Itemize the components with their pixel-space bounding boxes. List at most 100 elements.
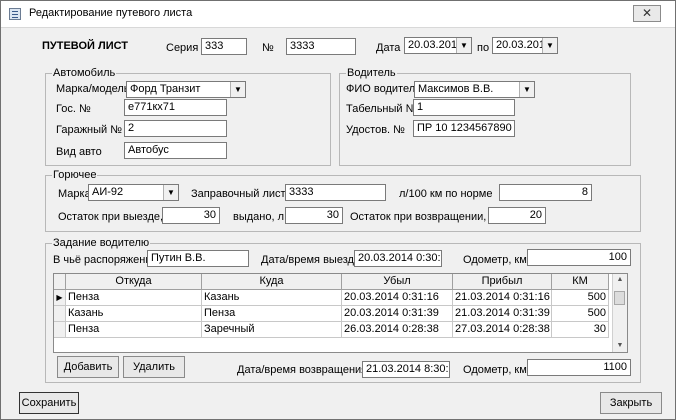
cell-km[interactable]: 500 <box>552 290 609 306</box>
chevron-down-icon[interactable]: ▼ <box>230 82 245 97</box>
series-label: Серия <box>166 42 199 54</box>
row-indicator <box>54 306 66 322</box>
cell-km[interactable]: 30 <box>552 322 609 338</box>
table-header: Откуда Куда Убыл Прибыл КМ <box>54 274 614 290</box>
driver-name-value: Максимов В.В. <box>418 83 494 95</box>
fuel-issued-label: выдано, л <box>233 211 285 223</box>
cell-arrived[interactable]: 27.03.2014 0:28:38 <box>453 322 552 338</box>
driver-group-title: Водитель <box>346 66 397 80</box>
routes-table[interactable]: Откуда Куда Убыл Прибыл КМ ▶ Пенза Казан… <box>53 273 628 353</box>
window-title: Редактирование путевого листа <box>29 7 193 19</box>
fuel-brand-select[interactable]: АИ-92 ▼ <box>88 184 179 201</box>
doc-title: ПУТЕВОЙ ЛИСТ <box>42 40 129 52</box>
row-indicator-header <box>54 274 66 290</box>
col-header-from[interactable]: Откуда <box>66 274 202 290</box>
scroll-down-icon[interactable]: ▼ <box>613 342 627 350</box>
task-group-title: Задание водителю <box>52 236 151 250</box>
cell-to[interactable]: Пенза <box>202 306 342 322</box>
scroll-up-icon[interactable]: ▲ <box>613 276 627 284</box>
chevron-down-icon[interactable]: ▼ <box>542 38 557 53</box>
garage-input[interactable]: 2 <box>124 120 227 137</box>
disposal-input[interactable]: Путин В.В. <box>147 250 249 267</box>
table-scrollbar[interactable]: ▲ ▼ <box>612 274 627 352</box>
cell-left[interactable]: 20.03.2014 0:31:16 <box>342 290 453 306</box>
fuel-left-in-label: Остаток при возвращении, л <box>350 211 496 223</box>
date-to-picker[interactable]: 20.03.2014 ▼ <box>492 37 558 54</box>
cell-arrived[interactable]: 21.03.2014 0:31:16 <box>453 290 552 306</box>
cell-from[interactable]: Казань <box>66 306 202 322</box>
license-label: Удостов. № <box>346 124 405 136</box>
cell-km[interactable]: 500 <box>552 306 609 322</box>
disposal-label: В чьё распоряжение <box>53 254 158 266</box>
fuel-norm-input[interactable]: 8 <box>499 184 592 201</box>
fuel-norm-label: л/100 км по норме <box>399 188 493 200</box>
col-header-to[interactable]: Куда <box>202 274 342 290</box>
cell-left[interactable]: 26.03.2014 0:28:38 <box>342 322 453 338</box>
form-icon <box>9 8 21 20</box>
number-label: № <box>262 42 274 54</box>
type-label: Вид авто <box>56 146 102 158</box>
tab-number-label: Табельный № <box>346 103 418 115</box>
fuel-group-title: Горючее <box>52 168 98 182</box>
close-window-button[interactable]: ✕ <box>633 5 661 22</box>
odometer-in-input[interactable]: 1100 <box>527 359 631 376</box>
return-input[interactable]: 21.03.2014 8:30:00 <box>362 361 450 378</box>
fill-sheet-label: Заправочный лист № <box>191 188 301 200</box>
driver-name-label: ФИО водителя <box>346 83 422 95</box>
date-from-value: 20.03.2014 <box>408 39 464 51</box>
plate-label: Гос. № <box>56 103 91 115</box>
fuel-brand-value: АИ-92 <box>92 186 124 198</box>
close-button[interactable]: Закрыть <box>600 392 662 414</box>
odometer-in-label: Одометр, км <box>463 364 527 376</box>
cell-to[interactable]: Казань <box>202 290 342 306</box>
driver-name-select[interactable]: Максимов В.В. ▼ <box>414 81 535 98</box>
garage-label: Гаражный № <box>56 124 123 136</box>
col-header-left[interactable]: Убыл <box>342 274 453 290</box>
fuel-issued-input[interactable]: 30 <box>285 207 343 224</box>
odometer-out-input[interactable]: 100 <box>527 249 631 266</box>
title-bar: Редактирование путевого листа ✕ <box>1 1 675 28</box>
fuel-left-out-label: Остаток при выезде, л <box>58 211 173 223</box>
table-row[interactable]: Пенза Заречный 26.03.2014 0:28:38 27.03.… <box>54 322 614 338</box>
cell-to[interactable]: Заречный <box>202 322 342 338</box>
date-label: Дата <box>376 42 401 54</box>
number-input[interactable]: 3333 <box>286 38 356 55</box>
fill-sheet-input[interactable]: 3333 <box>285 184 386 201</box>
delete-row-button[interactable]: Удалить <box>123 356 185 378</box>
cell-from[interactable]: Пенза <box>66 290 202 306</box>
fuel-brand-label: Марка <box>58 188 91 200</box>
save-button[interactable]: Сохранить <box>19 392 79 414</box>
depart-label: Дата/время выезда <box>261 254 361 266</box>
col-header-arrived[interactable]: Прибыл <box>453 274 552 290</box>
col-header-km[interactable]: КМ <box>552 274 609 290</box>
fuel-left-in-input[interactable]: 20 <box>488 207 546 224</box>
fuel-left-out-input[interactable]: 30 <box>162 207 220 224</box>
license-input[interactable]: ПР 10 1234567890 <box>413 120 515 137</box>
odometer-out-label: Одометр, км <box>463 254 527 266</box>
tab-number-input[interactable]: 1 <box>413 99 515 116</box>
chevron-down-icon[interactable]: ▼ <box>519 82 534 97</box>
cell-left[interactable]: 20.03.2014 0:31:39 <box>342 306 453 322</box>
table-row[interactable]: ▶ Пенза Казань 20.03.2014 0:31:16 21.03.… <box>54 290 614 306</box>
current-row-icon: ▶ <box>54 290 66 306</box>
date-from-picker[interactable]: 20.03.2014 ▼ <box>404 37 472 54</box>
chevron-down-icon[interactable]: ▼ <box>456 38 471 53</box>
model-value: Форд Транзит <box>130 83 201 95</box>
series-input[interactable]: 333 <box>201 38 247 55</box>
chevron-down-icon[interactable]: ▼ <box>163 185 178 200</box>
cell-from[interactable]: Пенза <box>66 322 202 338</box>
cell-arrived[interactable]: 21.03.2014 0:31:39 <box>453 306 552 322</box>
plate-input[interactable]: е771кх71 <box>124 99 227 116</box>
scroll-thumb[interactable] <box>614 291 625 305</box>
depart-input[interactable]: 20.03.2014 0:30:00 <box>354 250 442 267</box>
table-row[interactable]: Казань Пенза 20.03.2014 0:31:39 21.03.20… <box>54 306 614 322</box>
type-input[interactable]: Автобус <box>124 142 227 159</box>
return-label: Дата/время возвращения <box>237 364 368 376</box>
row-indicator <box>54 322 66 338</box>
vehicle-group-title: Автомобиль <box>52 66 117 80</box>
model-label: Марка/модель <box>56 83 130 95</box>
edit-waybill-window: Редактирование путевого листа ✕ ПУТЕВОЙ … <box>0 0 676 420</box>
add-row-button[interactable]: Добавить <box>57 356 119 378</box>
model-select[interactable]: Форд Транзит ▼ <box>126 81 246 98</box>
to-label: по <box>477 42 490 54</box>
